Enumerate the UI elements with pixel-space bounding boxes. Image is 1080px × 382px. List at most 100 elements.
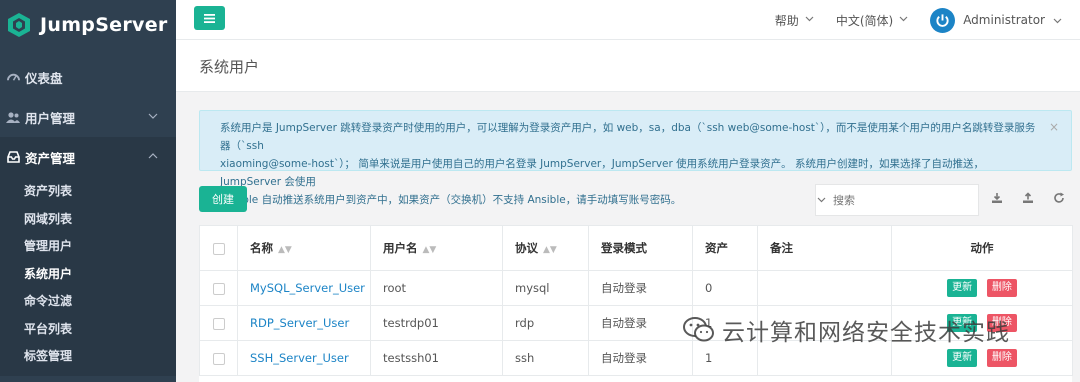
update-button[interactable]: 更新 <box>947 279 978 297</box>
submenu-item-platforms[interactable]: 平台列表 <box>0 315 176 343</box>
select-all-checkbox[interactable] <box>212 242 225 255</box>
sidebar-item-label: 仪表盘 <box>25 70 63 86</box>
chevron-down-icon <box>1053 13 1062 27</box>
create-button[interactable]: 创建 <box>199 186 247 212</box>
column-header-login-mode: 登录模式 <box>588 225 693 271</box>
chevron-down-icon <box>805 15 814 25</box>
help-label: 帮助 <box>774 13 799 28</box>
language-dropdown[interactable]: 中文(简体) <box>836 12 908 29</box>
sort-icon: ▲▼ <box>543 245 557 255</box>
login-mode-cell: 自动登录 <box>588 270 693 306</box>
users-icon <box>6 110 20 124</box>
assets-cell: 1 <box>692 305 758 341</box>
column-header-assets: 资产 <box>692 225 758 271</box>
power-icon <box>936 13 949 27</box>
name-cell: RDP_Server_User <box>237 305 371 341</box>
sort-icon: ▲▼ <box>278 245 292 255</box>
sidebar-item-assets[interactable]: 资产管理 <box>0 137 176 177</box>
page-heading: 系统用户 <box>176 40 1080 92</box>
system-user-link[interactable]: MySQL_Server_User <box>250 281 365 295</box>
brand-logo[interactable]: JumpServer <box>0 0 176 50</box>
system-user-link[interactable]: SSH_Server_User <box>250 351 349 365</box>
download-icon[interactable] <box>989 190 1005 206</box>
assets-cell: 1 <box>692 340 758 376</box>
sidebar-item-label: 资产管理 <box>25 150 76 166</box>
actions-cell: 更新 删除 <box>891 340 1073 376</box>
submenu-item-command-filters[interactable]: 命令过滤 <box>0 287 176 315</box>
update-button[interactable]: 更新 <box>947 349 978 367</box>
delete-button[interactable]: 删除 <box>986 349 1017 367</box>
update-button[interactable]: 更新 <box>947 314 978 332</box>
chevron-down-icon <box>817 197 826 202</box>
comment-cell <box>757 270 892 306</box>
row-checkbox[interactable] <box>212 317 225 330</box>
column-header-label: 用户名 <box>383 241 418 255</box>
sidebar-item-users[interactable]: 用户管理 <box>0 97 176 137</box>
system-users-table: 名称 ▲▼ 用户名 ▲▼ 协议 ▲▼ 登录模式 资产 备注 动作 MySQL_Serv… <box>199 225 1073 382</box>
actions-cell: 更新 删除 <box>891 305 1073 341</box>
user-dropdown[interactable]: Administrator <box>930 7 1062 33</box>
submenu-item-labels[interactable]: 标签管理 <box>0 342 176 370</box>
column-header-username[interactable]: 用户名 ▲▼ <box>370 225 503 271</box>
top-navbar: 帮助 中文(简体) Administrator <box>176 0 1080 40</box>
column-header-comment: 备注 <box>757 225 892 271</box>
protocol-cell: mysql <box>502 270 589 306</box>
login-mode-cell: 自动登录 <box>588 305 693 341</box>
upload-icon[interactable] <box>1020 190 1036 206</box>
refresh-icon[interactable] <box>1051 190 1067 206</box>
select-all-checkbox-cell <box>199 225 238 271</box>
actions-cell: 更新 删除 <box>891 270 1073 306</box>
delete-button[interactable]: 删除 <box>986 279 1017 297</box>
submenu-item-asset-list[interactable]: 资产列表 <box>0 177 176 205</box>
row-checkbox-cell <box>199 270 238 306</box>
protocol-cell: ssh <box>502 340 589 376</box>
search-box <box>815 184 979 216</box>
help-dropdown[interactable]: 帮助 <box>775 12 814 29</box>
submenu-item-domain-list[interactable]: 网域列表 <box>0 205 176 233</box>
column-header-name[interactable]: 名称 ▲▼ <box>237 225 371 271</box>
assets-submenu: 资产列表 网域列表 管理用户 系统用户 命令过滤 平台列表 标签管理 <box>0 177 176 376</box>
row-checkbox-cell <box>199 340 238 376</box>
column-header-actions: 动作 <box>891 225 1073 271</box>
row-checkbox[interactable] <box>212 282 225 295</box>
comment-cell <box>757 340 892 376</box>
chevron-down-icon <box>899 15 908 25</box>
assets-cell: 0 <box>692 270 758 306</box>
alert-text-line: 系统用户是 JumpServer 跳转登录资产时使用的用户，可以理解为登录资产用… <box>220 122 1036 152</box>
dashboard-icon <box>6 70 20 84</box>
column-header-label: 名称 <box>250 241 273 255</box>
protocol-cell: rdp <box>502 305 589 341</box>
hamburger-icon <box>204 13 215 23</box>
system-user-link[interactable]: RDP_Server_User <box>250 316 349 330</box>
avatar <box>930 7 956 33</box>
username-label: Administrator <box>963 13 1045 27</box>
comment-cell <box>757 305 892 341</box>
row-checkbox-cell <box>199 305 238 341</box>
sort-icon: ▲▼ <box>422 245 437 255</box>
table-row: SSH_Server_User testssh01 ssh 自动登录 1 更新 … <box>199 340 1073 376</box>
table-row: RDP_Server_User testrdp01 rdp 自动登录 1 更新 … <box>199 305 1073 341</box>
search-input[interactable] <box>827 193 978 207</box>
submenu-item-admin-users[interactable]: 管理用户 <box>0 232 176 260</box>
username-cell: testrdp01 <box>370 305 503 341</box>
brand-name: JumpServer <box>40 14 168 36</box>
delete-button[interactable]: 删除 <box>986 314 1017 332</box>
chevron-down-icon <box>148 111 158 122</box>
close-alert-button[interactable]: × <box>1049 118 1059 136</box>
info-alert: 系统用户是 JumpServer 跳转登录资产时使用的用户，可以理解为登录资产用… <box>199 110 1072 206</box>
name-cell: SSH_Server_User <box>237 340 371 376</box>
submenu-item-system-users[interactable]: 系统用户 <box>0 260 176 288</box>
row-checkbox[interactable] <box>212 352 225 365</box>
inbox-icon <box>6 150 20 164</box>
sidebar-item-dashboard[interactable]: 仪表盘 <box>0 57 176 97</box>
language-label: 中文(简体) <box>835 13 894 28</box>
jumpserver-logo-icon <box>8 13 30 37</box>
top-right-menu: 帮助 中文(简体) Administrator <box>775 0 1080 40</box>
toggle-sidebar-button[interactable] <box>194 6 225 30</box>
table-header-row: 名称 ▲▼ 用户名 ▲▼ 协议 ▲▼ 登录模式 资产 备注 动作 <box>199 225 1073 271</box>
table-row: MySQL_Server_User root mysql 自动登录 0 更新 删… <box>199 270 1073 306</box>
login-mode-cell: 自动登录 <box>588 340 693 376</box>
search-field-dropdown[interactable] <box>816 195 827 206</box>
username-cell: root <box>370 270 503 306</box>
column-header-protocol[interactable]: 协议 ▲▼ <box>502 225 589 271</box>
